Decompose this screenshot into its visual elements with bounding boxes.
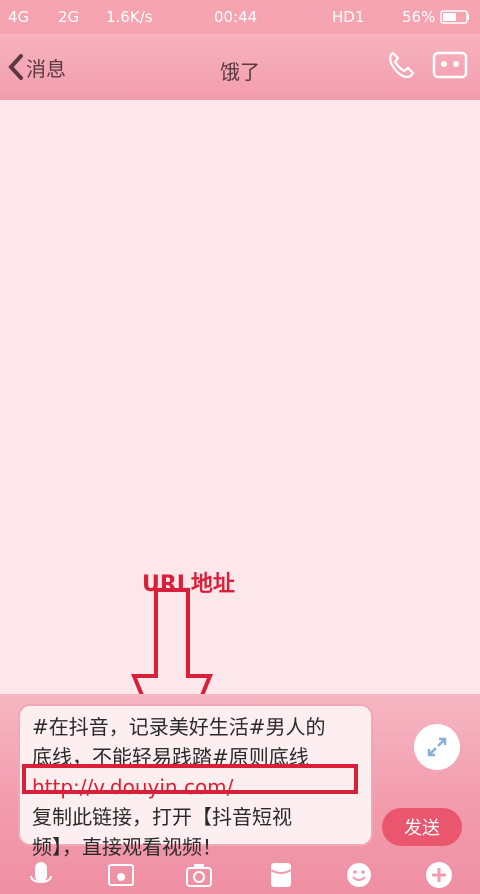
expand-button[interactable] bbox=[414, 724, 460, 770]
url-highlight-box bbox=[22, 764, 358, 794]
battery-icon bbox=[440, 10, 469, 24]
message-line: 复制此链接，打开【抖音短视 bbox=[32, 805, 292, 829]
phone-icon[interactable] bbox=[386, 50, 416, 80]
bottom-toolbar bbox=[0, 856, 480, 894]
status-bar: 4G 2G 1.6K/s 00:44 HD1 56% bbox=[0, 0, 480, 34]
back-label: 消息 bbox=[26, 56, 66, 81]
battery-percent: 56% bbox=[402, 8, 436, 26]
image-icon[interactable] bbox=[106, 860, 136, 890]
network-indicator-2: 2G bbox=[58, 8, 80, 26]
profile-icon[interactable] bbox=[432, 50, 468, 80]
microphone-icon[interactable] bbox=[26, 860, 56, 890]
plus-icon[interactable] bbox=[424, 860, 454, 890]
chat-area bbox=[0, 100, 480, 694]
message-line: #在抖音，记录美好生活#男人的 bbox=[32, 715, 326, 739]
red-packet-icon[interactable] bbox=[266, 860, 296, 890]
back-button[interactable]: 消息 bbox=[8, 50, 66, 84]
send-button[interactable]: 发送 bbox=[382, 808, 462, 846]
clock: 00:44 bbox=[214, 8, 258, 26]
chevron-left-icon bbox=[8, 54, 23, 80]
camera-icon[interactable] bbox=[184, 860, 214, 890]
chat-header: 消息 饿了 bbox=[0, 34, 480, 100]
emoji-icon[interactable] bbox=[344, 860, 374, 890]
network-speed: 1.6K/s bbox=[106, 8, 153, 26]
network-indicator: 4G bbox=[8, 8, 30, 26]
expand-icon bbox=[427, 737, 447, 757]
hd-indicator: HD1 bbox=[332, 8, 365, 26]
